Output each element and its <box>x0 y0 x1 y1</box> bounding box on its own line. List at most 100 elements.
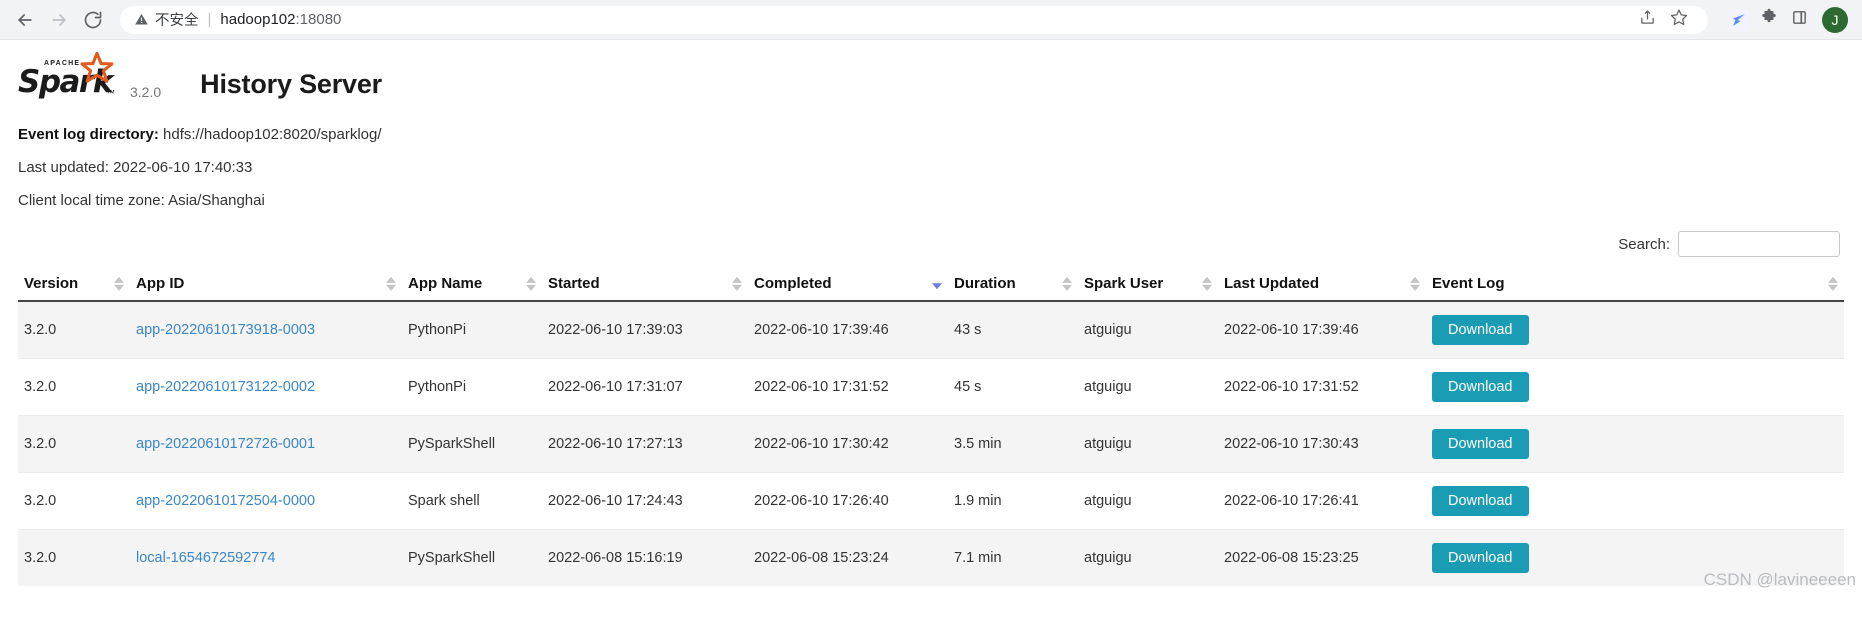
cell-app-name: Spark shell <box>402 472 542 530</box>
download-button[interactable]: Download <box>1432 429 1529 459</box>
spark-star-icon <box>80 51 114 86</box>
arrow-right-icon <box>49 10 69 30</box>
url-text: hadoop102:18080 <box>220 11 341 28</box>
event-log-directory-value: hdfs://hadoop102:8020/sparklog/ <box>163 126 382 143</box>
sort-indicator-started[interactable] <box>732 276 742 291</box>
sort-indicator-app-id[interactable] <box>386 276 396 291</box>
cell-started: 2022-06-08 15:16:19 <box>542 529 748 586</box>
sort-desc-icon <box>732 284 742 291</box>
side-panel-icon <box>1791 9 1808 31</box>
time-zone-line: Client local time zone: Asia/Shanghai <box>18 192 265 209</box>
spark-logo[interactable]: APACHE Spark ™ <box>18 51 126 102</box>
column-header-app-name-label: App Name <box>408 275 483 292</box>
cell-started: 2022-06-10 17:24:43 <box>542 472 748 530</box>
sort-indicator-event-log[interactable] <box>1828 276 1838 291</box>
download-button[interactable]: Download <box>1432 372 1529 402</box>
column-header-spark-user-label: Spark User <box>1084 275 1164 292</box>
sort-indicator-last-updated[interactable] <box>1410 276 1420 291</box>
column-header-version[interactable]: Version <box>18 269 130 302</box>
search-input[interactable] <box>1678 231 1840 257</box>
app-id-link[interactable]: app-20220610173918-0003 <box>136 322 315 338</box>
sort-asc-icon <box>1062 276 1072 283</box>
side-panel-button[interactable] <box>1784 5 1814 35</box>
sort-asc-icon <box>1202 276 1212 283</box>
sort-indicator-version[interactable] <box>114 276 124 291</box>
sort-desc-icon <box>386 284 396 291</box>
column-header-completed[interactable]: Completed <box>748 269 948 302</box>
app-id-link[interactable]: app-20220610173122-0002 <box>136 379 315 395</box>
puzzle-icon <box>1760 8 1778 31</box>
column-header-started-label: Started <box>548 275 600 292</box>
cell-app-name: PythonPi <box>402 300 542 359</box>
table-body: 3.2.0 app-20220610173918-0003 PythonPi 2… <box>18 300 1844 586</box>
sort-asc-icon <box>732 276 742 283</box>
extensions-button[interactable] <box>1754 5 1784 35</box>
browser-extension-button[interactable] <box>1724 5 1754 35</box>
sort-asc-icon <box>114 276 124 283</box>
cell-app-id: local-1654672592774 <box>130 529 402 586</box>
cell-duration: 43 s <box>948 300 1078 359</box>
column-header-started[interactable]: Started <box>542 269 748 302</box>
table-row: 3.2.0 app-20220610172504-0000 Spark shel… <box>18 472 1844 530</box>
cell-duration: 1.9 min <box>948 472 1078 530</box>
reload-button[interactable] <box>76 3 110 37</box>
download-button[interactable]: Download <box>1432 486 1529 516</box>
arrow-left-icon <box>15 10 35 30</box>
cell-spark-user: atguigu <box>1078 472 1218 530</box>
not-secure-warning-icon[interactable] <box>134 12 149 27</box>
column-header-app-name[interactable]: App Name <box>402 269 542 302</box>
bookmark-button[interactable] <box>1664 6 1694 34</box>
spark-version-label: 3.2.0 <box>130 84 162 100</box>
sort-desc-icon <box>932 282 942 289</box>
event-log-directory-line: Event log directory: hdfs://hadoop102:80… <box>18 126 1844 143</box>
share-button[interactable] <box>1632 6 1662 34</box>
sort-indicator-duration[interactable] <box>1062 276 1072 291</box>
omnibox-separator: | <box>207 11 212 28</box>
page-content: APACHE Spark ™ 3.2.0 History Server Even… <box>0 40 1862 589</box>
app-id-link[interactable]: app-20220610172726-0001 <box>136 436 315 452</box>
url-port: :18080 <box>295 11 342 28</box>
cell-event-log: Download <box>1426 300 1844 359</box>
download-button[interactable]: Download <box>1432 543 1529 573</box>
share-icon <box>1639 9 1656 31</box>
table-header-row: Version App ID App Name Started Complete… <box>18 269 1844 302</box>
cell-started: 2022-06-10 17:27:13 <box>542 415 748 473</box>
cell-last-updated: 2022-06-10 17:31:52 <box>1218 358 1426 416</box>
table-row: 3.2.0 app-20220610173122-0002 PythonPi 2… <box>18 358 1844 416</box>
cell-app-id: app-20220610173122-0002 <box>130 358 402 416</box>
cell-app-name: PySparkShell <box>402 415 542 473</box>
download-button[interactable]: Download <box>1432 315 1529 345</box>
profile-avatar[interactable]: J <box>1822 6 1848 33</box>
cell-version: 3.2.0 <box>18 300 130 359</box>
cell-spark-user: atguigu <box>1078 529 1218 586</box>
sort-indicator-completed-active[interactable] <box>932 282 942 289</box>
column-header-app-id[interactable]: App ID <box>130 269 402 302</box>
sort-desc-icon <box>114 284 124 291</box>
app-id-link[interactable]: app-20220610172504-0000 <box>136 493 315 509</box>
app-id-link[interactable]: local-1654672592774 <box>136 550 276 566</box>
search-label: Search: <box>1618 235 1670 253</box>
cell-app-id: app-20220610172726-0001 <box>130 415 402 473</box>
cell-last-updated: 2022-06-10 17:39:46 <box>1218 300 1426 359</box>
cell-completed: 2022-06-08 15:23:24 <box>748 529 948 586</box>
table-row: 3.2.0 local-1654672592774 PySparkShell 2… <box>18 529 1844 586</box>
back-button[interactable] <box>8 3 42 37</box>
sort-asc-icon <box>526 276 536 283</box>
security-status-label: 不安全 <box>155 13 199 29</box>
column-header-event-log[interactable]: Event Log <box>1426 269 1844 302</box>
sort-indicator-spark-user[interactable] <box>1202 276 1212 291</box>
cell-version: 3.2.0 <box>18 358 130 416</box>
cell-app-name: PythonPi <box>402 358 542 416</box>
sort-indicator-app-name[interactable] <box>526 276 536 291</box>
column-header-last-updated[interactable]: Last Updated <box>1218 269 1426 302</box>
cell-completed: 2022-06-10 17:26:40 <box>748 472 948 530</box>
column-header-duration[interactable]: Duration <box>948 269 1078 302</box>
last-updated-line: Last updated: 2022-06-10 17:40:33 <box>18 159 253 176</box>
address-bar[interactable]: 不安全 | hadoop102:18080 <box>120 5 1708 34</box>
cell-started: 2022-06-10 17:39:03 <box>542 300 748 359</box>
column-header-spark-user[interactable]: Spark User <box>1078 269 1218 302</box>
spark-logo-trademark: ™ <box>106 88 115 98</box>
forward-button[interactable] <box>42 3 76 37</box>
cell-completed: 2022-06-10 17:30:42 <box>748 415 948 473</box>
column-header-completed-label: Completed <box>754 275 832 292</box>
